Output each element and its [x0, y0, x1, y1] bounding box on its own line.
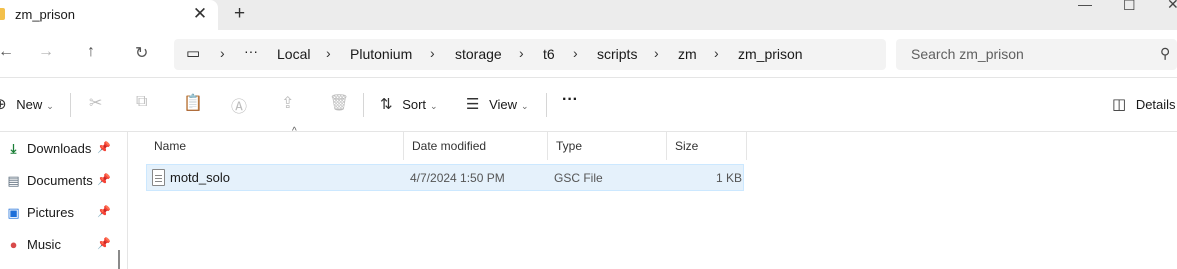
- sidebar-item-label: Documents: [27, 173, 93, 188]
- toolbar-divider: [70, 93, 71, 117]
- chevron-down-icon: ⌄: [46, 101, 54, 111]
- file-row[interactable]: motd_solo 4/7/2024 1:50 PM GSC File 1 KB: [146, 164, 744, 191]
- sidebar-item-label: Pictures: [27, 205, 74, 220]
- chevron-right-icon: ›: [654, 45, 659, 61]
- folder-icon: [0, 8, 5, 20]
- chevron-down-icon: ⌄: [430, 101, 438, 111]
- sort-ascending-icon: ^: [292, 126, 297, 137]
- chevron-right-icon: ›: [573, 45, 578, 61]
- new-tab-icon[interactable]: +: [234, 3, 245, 25]
- sidebar-item-documents[interactable]: ▤ Documents 📌: [6, 170, 122, 192]
- new-label: New: [16, 97, 43, 112]
- more-options-button[interactable]: ···: [562, 91, 578, 109]
- breadcrumb-storage[interactable]: storage: [455, 46, 502, 62]
- details-label: Details: [1135, 97, 1176, 112]
- column-header-label: Date modified: [412, 139, 487, 153]
- sidebar-scrollbar[interactable]: [118, 250, 120, 269]
- file-icon: [152, 169, 165, 186]
- file-type: GSC File: [554, 171, 603, 185]
- document-icon: ▤: [7, 173, 20, 188]
- plus-circle-icon: ⊕: [0, 96, 7, 113]
- pin-icon: 📌: [97, 238, 111, 250]
- column-header-type[interactable]: Type: [548, 132, 667, 160]
- search-placeholder: Search zm_prison: [911, 46, 1024, 62]
- sort-icon: ⇅: [380, 96, 393, 113]
- sidebar-item-pictures[interactable]: ▣ Pictures 📌: [6, 202, 122, 224]
- chevron-down-icon: ⌄: [521, 101, 529, 111]
- pin-icon: 📌: [97, 142, 111, 154]
- download-icon: ⤓: [10, 141, 17, 156]
- rename-icon[interactable]: Ⓐ: [231, 93, 247, 117]
- column-header-date[interactable]: Date modified: [404, 132, 548, 160]
- chevron-right-icon: ›: [326, 45, 331, 61]
- details-pane-icon: ◫: [1112, 96, 1127, 113]
- view-button[interactable]: ☰ View ⌄: [466, 95, 529, 113]
- breadcrumb-local[interactable]: Local: [277, 46, 310, 62]
- breadcrumb-zm[interactable]: zm: [678, 46, 697, 62]
- sidebar-item-label: Music: [27, 237, 61, 252]
- copy-icon[interactable]: ⧉: [136, 93, 147, 111]
- address-bar-row: ← → ↑ ↻ ▭ › ··· Local › Plutonium › stor…: [0, 30, 1177, 78]
- toolbar-divider: [363, 93, 364, 117]
- column-header-label: Name: [154, 139, 187, 153]
- sort-label: Sort: [402, 97, 427, 112]
- forward-icon[interactable]: →: [38, 43, 54, 61]
- view-icon: ☰: [466, 96, 480, 113]
- sort-button[interactable]: ⇅ Sort ⌄: [380, 95, 438, 113]
- sidebar-item-label: Downloads: [27, 141, 92, 156]
- tab-title: zm_prison: [15, 7, 75, 22]
- search-icon[interactable]: ⚲: [1160, 45, 1170, 62]
- back-icon[interactable]: ←: [0, 43, 14, 61]
- file-list: Name ^ Date modified Type Size motd_solo…: [129, 126, 1177, 269]
- details-pane-button[interactable]: ◫ Details: [1112, 95, 1176, 113]
- close-window-icon[interactable]: ✕: [1167, 0, 1177, 13]
- column-header-name[interactable]: Name ^: [146, 126, 404, 160]
- new-button[interactable]: ⊕ New ⌄: [0, 95, 54, 113]
- share-icon[interactable]: ⇪: [281, 93, 294, 113]
- sidebar-item-music[interactable]: ● Music 📌: [6, 234, 122, 256]
- pictures-icon: ▣: [7, 205, 20, 220]
- computer-icon[interactable]: ▭: [186, 44, 200, 62]
- title-bar: zm_prison ✕ + ― ☐ ✕: [0, 0, 1177, 30]
- command-bar: ⊕ New ⌄ ✂ ⧉ 📋 Ⓐ ⇪ 🗑 ⇅ Sort ⌄ ☰ View ⌄ ··· ◫…: [0, 78, 1177, 132]
- up-icon[interactable]: ↑: [87, 43, 95, 61]
- chevron-right-icon: ›: [714, 45, 719, 61]
- breadcrumb-plutonium[interactable]: Plutonium: [350, 46, 412, 62]
- column-header-label: Type: [556, 139, 583, 153]
- breadcrumb-scripts[interactable]: scripts: [597, 46, 637, 62]
- column-header-size[interactable]: Size: [667, 132, 747, 160]
- close-tab-icon[interactable]: ✕: [190, 4, 210, 24]
- pin-icon: 📌: [97, 174, 111, 186]
- view-label: View: [489, 97, 518, 112]
- cut-icon[interactable]: ✂: [89, 93, 102, 113]
- toolbar-divider: [546, 93, 547, 117]
- chevron-right-icon: ›: [430, 45, 435, 61]
- tab-zm-prison[interactable]: zm_prison ✕: [0, 0, 218, 30]
- file-name: motd_solo: [170, 170, 230, 185]
- delete-icon[interactable]: 🗑: [329, 93, 349, 113]
- chevron-right-icon: ›: [220, 45, 225, 61]
- music-icon: ●: [9, 237, 18, 252]
- breadcrumb-t6[interactable]: t6: [543, 46, 555, 62]
- address-bar[interactable]: ▭ › ··· Local › Plutonium › storage › t6…: [174, 39, 886, 70]
- breadcrumb-ellipsis[interactable]: ···: [244, 43, 258, 59]
- column-header-label: Size: [675, 139, 699, 153]
- file-size: 1 KB: [716, 171, 743, 185]
- refresh-icon[interactable]: ↻: [135, 43, 148, 63]
- search-box[interactable]: Search zm_prison ⚲: [896, 39, 1177, 70]
- pin-icon: 📌: [97, 206, 111, 218]
- maximize-icon[interactable]: ☐: [1123, 0, 1136, 14]
- chevron-right-icon: ›: [519, 45, 524, 61]
- minimize-icon[interactable]: ―: [1078, 0, 1092, 12]
- breadcrumb-zm-prison[interactable]: zm_prison: [738, 46, 803, 62]
- file-date: 4/7/2024 1:50 PM: [410, 171, 505, 185]
- paste-icon[interactable]: 📋: [183, 93, 203, 113]
- sidebar-item-downloads[interactable]: ⤓ Downloads 📌: [6, 138, 122, 160]
- navigation-pane: ⤓ Downloads 📌 ▤ Documents 📌 ▣ Pictures 📌…: [0, 132, 128, 269]
